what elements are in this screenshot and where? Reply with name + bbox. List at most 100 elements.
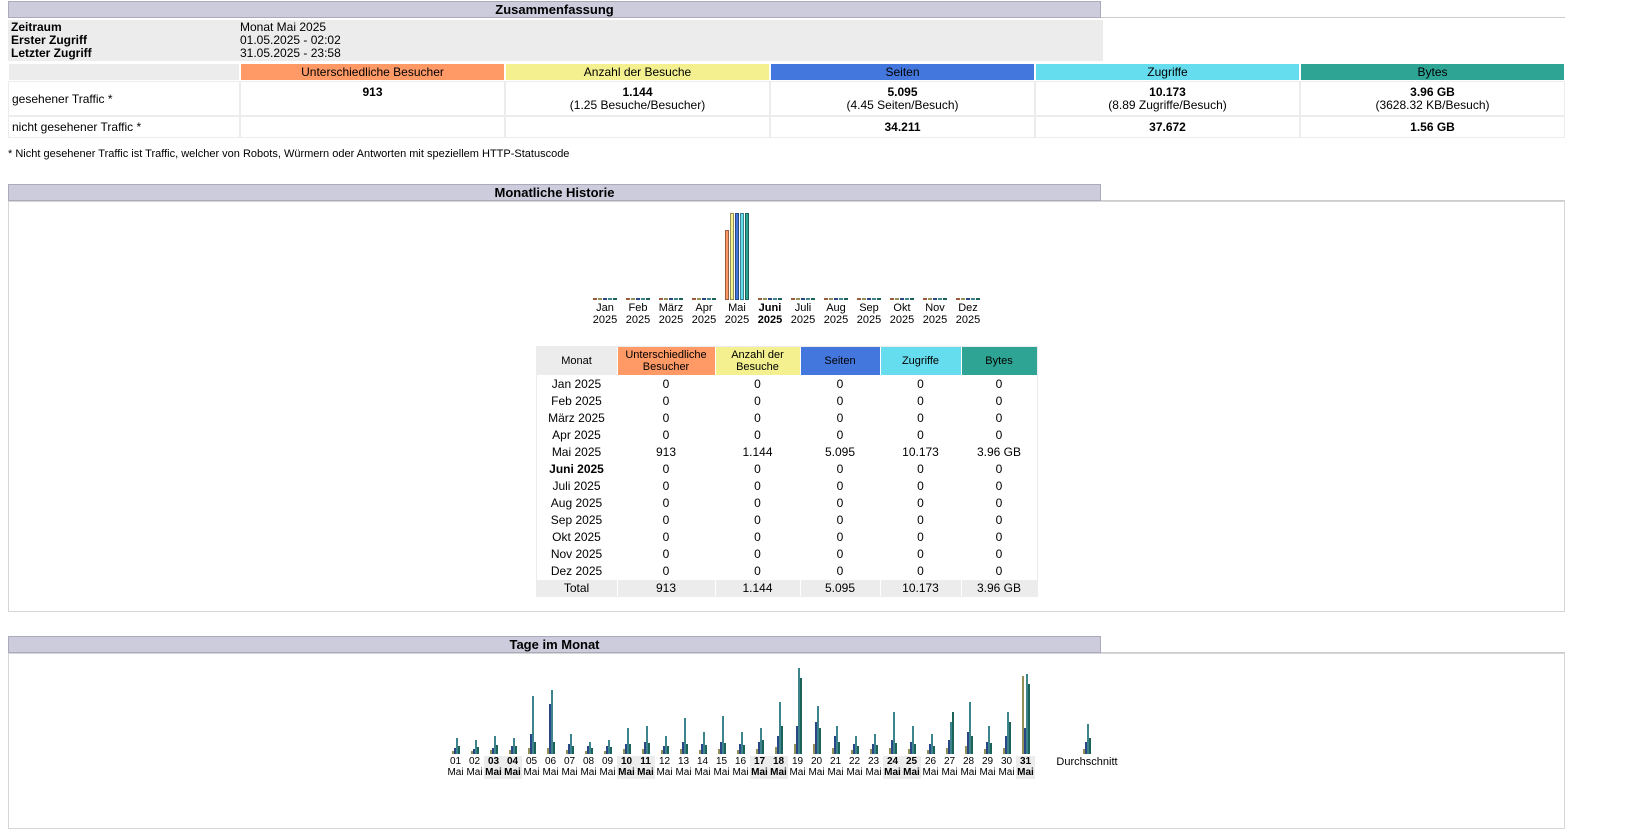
day-number: 03 (484, 756, 503, 767)
unseen-traffic-value-cell (240, 116, 505, 138)
monthly-row-value: 0 (716, 512, 800, 528)
day-column: 26Mai (921, 664, 940, 779)
monthly-table-header: Bytes (962, 347, 1037, 375)
chart-bar (834, 298, 838, 300)
month-column: Feb2025 (622, 208, 655, 326)
day-column: 22Mai (845, 664, 864, 779)
day-number: 29 (978, 756, 997, 767)
metric-value: 1.144 (506, 85, 769, 99)
monthly-row-label: Mai 2025 (537, 444, 617, 460)
day-column: 01Mai (446, 664, 465, 779)
day-label: 31Mai (1016, 756, 1035, 779)
chart-bar (824, 298, 828, 300)
monthly-row-label: März 2025 (537, 410, 617, 426)
day-number: 17 (750, 756, 769, 767)
month-label: Aug2025 (824, 302, 848, 326)
title-divider (1101, 17, 1565, 18)
monthly-row-value: 5.095 (801, 444, 880, 460)
day-number: 28 (959, 756, 978, 767)
monthly-row-value: 0 (618, 461, 715, 477)
monthly-row-value: 0 (801, 376, 880, 392)
monthly-row-value: 0 (618, 563, 715, 579)
day-month: Mai (997, 767, 1016, 778)
chart-bar (743, 745, 745, 754)
month-bars (857, 208, 881, 300)
chart-bar (862, 298, 866, 300)
day-bars (1003, 664, 1011, 754)
day-label: 03Mai (484, 756, 503, 779)
month-bars (659, 208, 683, 300)
monthly-row-label: Apr 2025 (537, 427, 617, 443)
day-number: 23 (864, 756, 883, 767)
summary-table: Unterschiedliche BesucherAnzahl der Besu… (8, 63, 1565, 138)
chart-bar (857, 298, 861, 300)
month-label: Juni2025 (758, 302, 782, 326)
monthly-row-value: 0 (618, 376, 715, 392)
chart-bar (667, 746, 669, 754)
month-bars (593, 208, 617, 300)
chart-bar (669, 298, 673, 300)
monthly-row-value: 0 (716, 427, 800, 443)
chart-bar (679, 298, 683, 300)
month-label: Apr2025 (692, 302, 716, 326)
monthly-row-value: 0 (881, 512, 961, 528)
day-number: 11 (636, 756, 655, 767)
monthly-row-value: 0 (881, 478, 961, 494)
month-name: Apr (692, 302, 716, 314)
month-column: Mai2025 (721, 208, 754, 326)
monthly-total-label: Total (537, 580, 617, 596)
chart-bar (971, 736, 973, 754)
chart-bar (938, 298, 942, 300)
day-label: 18Mai (769, 756, 788, 779)
chart-bar (697, 298, 701, 300)
day-number: 05 (522, 756, 541, 767)
metric-value: 3.96 GB (1301, 85, 1564, 99)
day-number: 15 (712, 756, 731, 767)
monthly-row-value: 0 (881, 461, 961, 477)
month-year: 2025 (692, 314, 716, 326)
day-bars (718, 664, 726, 754)
seen-traffic-value-cell: 10.173(8.89 Zugriffe/Besuch) (1035, 81, 1300, 116)
day-number: 04 (503, 756, 522, 767)
metric-value-detail: (3628.32 KB/Besuch) (1301, 99, 1564, 112)
day-label: 11Mai (636, 756, 655, 779)
day-month: Mai (560, 767, 579, 778)
monthly-total-value: 913 (618, 580, 715, 596)
summary-title-row: Zusammenfassung (8, 1, 1565, 18)
monthly-row-value: 0 (618, 512, 715, 528)
day-number: 30 (997, 756, 1016, 767)
monthly-row-label: Nov 2025 (537, 546, 617, 562)
chart-bar (801, 298, 805, 300)
summary-footnote: * Nicht gesehener Traffic ist Traffic, w… (8, 148, 1565, 160)
chart-bar (534, 742, 536, 754)
title-divider (1101, 200, 1565, 201)
chart-bar (914, 744, 916, 754)
chart-bar (961, 298, 965, 300)
day-bars (623, 664, 631, 754)
day-month: Mai (902, 767, 921, 778)
month-column: Sep2025 (853, 208, 886, 326)
day-column: 25Mai (902, 664, 921, 779)
month-bars (791, 208, 815, 300)
chart-bar (839, 298, 843, 300)
day-column: 05Mai (522, 664, 541, 779)
chart-bar (626, 298, 630, 300)
day-column: 02Mai (465, 664, 484, 779)
monthly-row-value: 0 (618, 529, 715, 545)
monthly-row-value: 0 (962, 427, 1037, 443)
day-month: Mai (940, 767, 959, 778)
day-number: 16 (731, 756, 750, 767)
chart-bar (735, 213, 739, 300)
monthly-row-value: 0 (881, 495, 961, 511)
chart-bar (923, 298, 927, 300)
day-label: 27Mai (940, 756, 959, 779)
unseen-traffic-value-cell (505, 116, 770, 138)
monthly-row-value: 0 (801, 410, 880, 426)
day-column: 09Mai (598, 664, 617, 779)
chart-bar (629, 744, 631, 754)
seen-traffic-row-label: gesehener Traffic * (8, 81, 240, 116)
chart-bar (791, 298, 795, 300)
chart-bar (1089, 738, 1091, 754)
day-bars (452, 664, 460, 754)
day-column: 03Mai (484, 664, 503, 779)
